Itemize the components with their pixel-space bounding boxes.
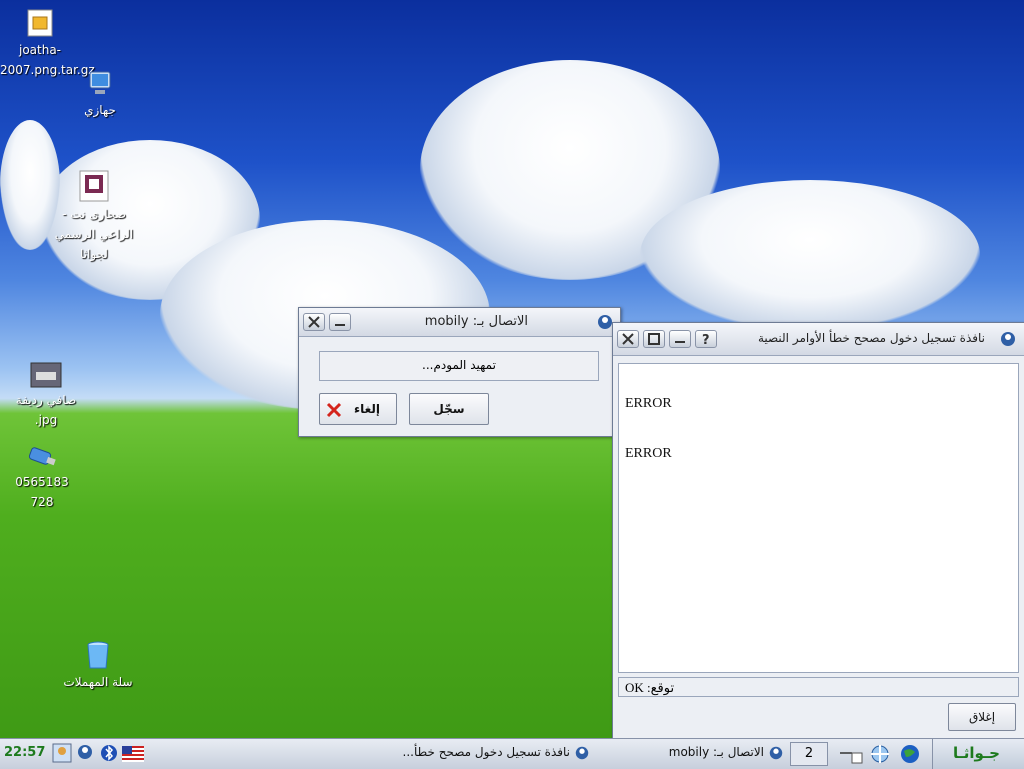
task-label: الاتصال بـ: mobily <box>668 745 764 759</box>
archive-icon <box>27 9 53 37</box>
kppp-icon <box>575 746 589 760</box>
minimize-icon <box>335 324 345 326</box>
minimize-button[interactable] <box>669 330 691 348</box>
desktop-icon-usb[interactable]: 0565183728 <box>2 444 82 512</box>
close-button[interactable] <box>617 330 639 348</box>
log-button[interactable]: سجّل <box>409 393 489 425</box>
cloud <box>640 180 980 330</box>
trash-icon <box>87 641 109 669</box>
expect-status-text: توقع: OK <box>625 680 675 695</box>
maximize-icon <box>648 333 660 345</box>
dialog-titlebar[interactable]: الاتصال بـ: mobily <box>299 308 620 337</box>
minimize-icon <box>675 341 685 343</box>
start-menu-button[interactable]: جـواثـا <box>932 739 1024 769</box>
desktop-number: 2 <box>804 746 814 761</box>
kppp-icon <box>1001 332 1015 346</box>
help-icon: ? <box>702 333 710 348</box>
user-icon[interactable] <box>52 743 72 763</box>
close-button[interactable] <box>303 313 325 331</box>
show-desktop-icon[interactable] <box>838 743 864 765</box>
virtual-desktop-pager[interactable]: 2 <box>790 742 828 766</box>
login-log-window: ? نافذة تسجيل دخول مصحح خطأ الأوامر النص… <box>612 322 1024 738</box>
desktop-icon-label: جهازي <box>84 103 116 117</box>
start-menu-label: جـواثـا <box>953 744 1000 762</box>
close-icon <box>622 333 634 345</box>
clock[interactable]: 22:57 <box>4 745 45 760</box>
task-connection-dialog[interactable]: الاتصال بـ: mobily <box>600 741 786 765</box>
taskbar: 22:57 نافذة تسجيل دخول مصحح خطأ... الاتص… <box>0 738 1024 769</box>
usb-drive-icon <box>28 447 56 466</box>
dialog-title: الاتصال بـ: mobily <box>424 314 528 329</box>
connection-dialog: الاتصال بـ: mobily تمهيد المودم... إلغاء… <box>298 307 621 437</box>
expect-status-bar: توقع: OK <box>618 677 1019 697</box>
desktop-icon-image[interactable]: صافي رديفة .jpg <box>6 362 86 430</box>
help-button[interactable]: ? <box>695 330 717 348</box>
kppp-icon <box>769 746 783 760</box>
computer-icon <box>89 71 111 94</box>
maximize-button[interactable] <box>643 330 665 348</box>
sahara-logo-icon <box>79 170 109 202</box>
status-text: تمهيد المودم... <box>422 358 496 372</box>
desktop-icon-my-computer[interactable]: جهازي <box>60 70 140 120</box>
close-icon <box>308 316 320 328</box>
cloud <box>0 120 60 250</box>
log-output-area[interactable]: ERROR ERROR <box>618 363 1019 673</box>
task-log-window[interactable]: نافذة تسجيل دخول مصحح خطأ... <box>392 741 592 765</box>
desktop-icon-label: صافي رديفة .jpg <box>15 393 77 427</box>
close-log-label: إغلاق <box>968 710 996 724</box>
desktop: joatha-2007.png.tar.gz جهازي صحارى نت - … <box>0 0 1024 738</box>
cancel-button[interactable]: إلغاء <box>319 393 397 425</box>
globe-icon[interactable] <box>898 743 922 765</box>
log-label: سجّل <box>433 402 465 416</box>
close-log-button[interactable]: إغلاق <box>948 703 1016 731</box>
svg-text:?: ? <box>702 333 710 347</box>
log-window-title: نافذة تسجيل دخول مصحح خطأ الأوامر النصية <box>757 331 985 345</box>
desktop-icon-trash[interactable]: سلة المهملات <box>58 640 138 692</box>
bluetooth-icon[interactable] <box>100 743 118 763</box>
minimize-button[interactable] <box>329 313 351 331</box>
desktop-icon-label: صحارى نت - الراعي الرسمي لجواثا <box>54 207 134 261</box>
keyboard-layout-flag-icon[interactable] <box>122 746 144 762</box>
log-line: ERROR <box>625 446 672 461</box>
log-titlebar[interactable]: ? نافذة تسجيل دخول مصحح خطأ الأوامر النص… <box>613 323 1024 356</box>
desktop-icon-label: سلة المهملات <box>63 675 133 689</box>
task-label: نافذة تسجيل دخول مصحح خطأ... <box>402 745 570 759</box>
status-field: تمهيد المودم... <box>319 351 599 381</box>
network-icon[interactable] <box>76 743 94 763</box>
image-thumbnail-icon <box>30 362 62 388</box>
cancel-label: إلغاء <box>353 402 380 416</box>
desktop-icon-sahara[interactable]: صحارى نت - الراعي الرسمي لجواثا <box>54 170 134 264</box>
log-line: ERROR <box>625 396 672 411</box>
desktop-icon-label: 0565183728 <box>15 475 69 509</box>
cancel-x-icon <box>326 402 342 418</box>
settings-sparkle-icon[interactable] <box>868 743 892 765</box>
